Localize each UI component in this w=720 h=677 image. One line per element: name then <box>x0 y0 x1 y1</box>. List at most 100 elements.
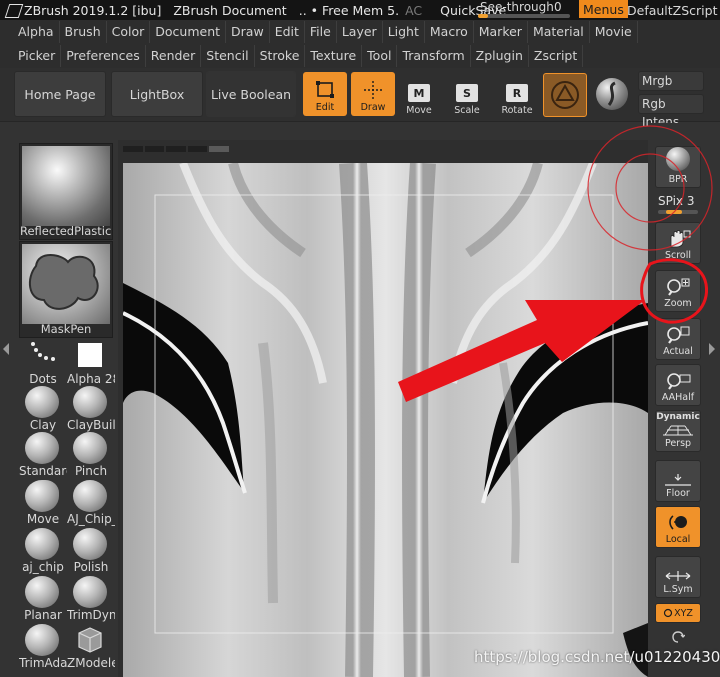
menu-texture[interactable]: Texture <box>305 45 363 67</box>
clay-brush-icon <box>25 386 59 418</box>
scroll-button[interactable]: Scroll <box>655 222 701 264</box>
menu-macro[interactable]: Macro <box>425 21 474 43</box>
watermark-url: https://blog.csdn.net/u012204304 <box>474 648 720 666</box>
material-sphere-icon[interactable] <box>596 78 628 110</box>
brush-aj-chip-1[interactable]: AJ_Chip_ <box>67 480 115 528</box>
menus-toggle[interactable]: Menus <box>579 0 628 18</box>
app-title: ZBrush 2019.1.2 [ibu] <box>24 2 162 18</box>
menu-alpha[interactable]: Alpha <box>0 21 60 43</box>
menu-document[interactable]: Document <box>150 21 227 43</box>
material-thumbnail[interactable]: ReflectedPlasticB <box>19 143 113 240</box>
spix-readout[interactable]: SPix 3 <box>658 194 695 208</box>
scale-label: Scale <box>454 105 480 116</box>
brush-clay[interactable]: Clay <box>19 386 67 434</box>
perspective-grid-icon <box>663 425 693 435</box>
menu-zplugin[interactable]: Zplugin <box>471 45 529 67</box>
alpha-28[interactable]: Alpha 28 <box>67 340 115 388</box>
material-swatch-button[interactable] <box>543 73 587 117</box>
move-brush-icon <box>25 480 59 512</box>
menu-stencil[interactable]: Stencil <box>201 45 255 67</box>
alpha-square-icon <box>78 343 102 367</box>
menu-zscript[interactable]: Zscript <box>529 45 584 67</box>
menu-picker[interactable]: Picker <box>0 45 62 67</box>
move-button[interactable]: M Move <box>399 74 439 116</box>
menu-color[interactable]: Color <box>107 21 151 43</box>
menu-brush[interactable]: Brush <box>60 21 107 43</box>
xyz-symmetry-button[interactable]: XYZ <box>655 603 701 623</box>
dynamic-label[interactable]: Dynamic <box>656 412 700 422</box>
stroke-dots[interactable]: Dots <box>19 340 67 388</box>
zmodeler-cube-icon <box>78 627 102 653</box>
brush-standard[interactable]: Standard <box>19 432 67 480</box>
brush-zmodeler-label: ZModele <box>67 656 115 670</box>
bpr-render-button[interactable]: BPR <box>655 146 701 188</box>
edit-label: Edit <box>315 102 335 113</box>
left-tray-collapse-icon[interactable] <box>2 342 10 356</box>
see-through-value: 0 <box>554 0 562 14</box>
document-tabs[interactable] <box>123 146 229 152</box>
mrgb-button[interactable]: Mrgb <box>638 71 704 91</box>
brush-pinch[interactable]: Pinch <box>67 432 115 480</box>
persp-button[interactable]: Dynamic Persp <box>655 410 701 452</box>
menu-row-1: Alpha Brush Color Document Draw Edit Fil… <box>0 20 720 44</box>
lightbox-button[interactable]: LightBox <box>111 71 203 117</box>
floor-button[interactable]: Floor <box>655 460 701 502</box>
viewport-canvas[interactable] <box>123 163 648 677</box>
polish-brush-icon <box>73 528 107 560</box>
aj-chip-brush-icon <box>73 480 107 512</box>
see-through-track[interactable] <box>478 14 570 18</box>
menu-row-2: Picker Preferences Render Stencil Stroke… <box>0 44 720 68</box>
scroll-label: Scroll <box>664 250 692 261</box>
rgb-intensity-slider[interactable]: Rgb Intens <box>638 94 704 129</box>
brush-trimdynamic[interactable]: TrimDyn <box>67 576 115 624</box>
menu-transform[interactable]: Transform <box>397 45 471 67</box>
live-boolean-button[interactable]: Live Boolean <box>206 71 296 117</box>
menu-render[interactable]: Render <box>146 45 202 67</box>
right-tray-collapse-icon[interactable] <box>708 342 718 356</box>
menu-preferences[interactable]: Preferences <box>61 45 146 67</box>
brush-planar[interactable]: Planar <box>19 576 67 624</box>
zbrush-logo-icon <box>6 3 20 17</box>
local-button[interactable]: Local <box>655 506 701 548</box>
brush-claybuildup[interactable]: ClayBuild <box>67 386 115 434</box>
brush-trimadaptive[interactable]: TrimAda <box>19 624 67 672</box>
brush-move[interactable]: Move <box>19 480 67 528</box>
brush-aj-chip-2[interactable]: aj_chip <box>19 528 67 576</box>
magnifier-actual-icon <box>667 326 690 344</box>
menu-layer[interactable]: Layer <box>337 21 383 43</box>
menu-light[interactable]: Light <box>383 21 425 43</box>
menu-tool[interactable]: Tool <box>362 45 398 67</box>
brush-pinch-label: Pinch <box>74 464 108 478</box>
aj-chip-2-brush-icon <box>25 528 59 560</box>
rotate-view-icon[interactable] <box>671 630 686 644</box>
brush-aj-chip-1-label: AJ_Chip_ <box>67 512 115 526</box>
brush-trimadaptive-label: TrimAda <box>19 656 67 670</box>
edit-button[interactable]: Edit <box>303 72 347 116</box>
rotate-button[interactable]: R Rotate <box>497 74 537 116</box>
default-zscript-button[interactable]: DefaultZScript <box>627 0 718 20</box>
menu-movie[interactable]: Movie <box>590 21 638 43</box>
planar-brush-icon <box>25 576 59 608</box>
scale-button[interactable]: S Scale <box>447 74 487 116</box>
zoom-button[interactable]: Zoom <box>655 270 701 312</box>
actual-button[interactable]: Actual <box>655 318 701 360</box>
spix-slider[interactable] <box>658 210 698 214</box>
see-through-slider[interactable]: See-through 0 <box>476 0 576 20</box>
draw-button[interactable]: Draw <box>351 72 395 116</box>
home-page-button[interactable]: Home Page <box>14 71 106 117</box>
menu-marker[interactable]: Marker <box>474 21 528 43</box>
brush-polish[interactable]: Polish <box>67 528 115 576</box>
pinch-brush-icon <box>73 432 107 464</box>
hand-scroll-icon <box>670 230 691 248</box>
menu-draw[interactable]: Draw <box>226 21 270 43</box>
lsym-button[interactable]: L.Sym <box>655 556 701 598</box>
menu-stroke[interactable]: Stroke <box>255 45 306 67</box>
matcap-icon <box>551 81 579 109</box>
aahalf-button[interactable]: AAHalf <box>655 364 701 406</box>
brush-trimdynamic-label: TrimDyn <box>67 608 115 622</box>
menu-edit[interactable]: Edit <box>270 21 305 43</box>
brush-zmodeler[interactable]: ZModele <box>67 624 115 672</box>
menu-file[interactable]: File <box>305 21 337 43</box>
brush-thumbnail[interactable]: MaskPen <box>19 241 113 338</box>
menu-material[interactable]: Material <box>528 21 590 43</box>
